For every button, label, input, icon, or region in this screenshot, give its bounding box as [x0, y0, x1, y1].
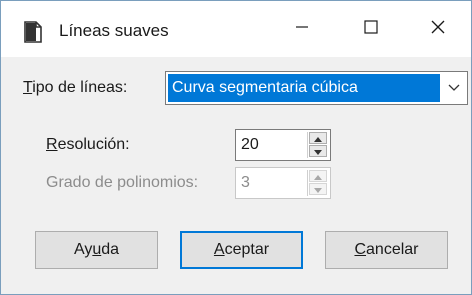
window-title: Líneas suaves [59, 21, 169, 40]
line-type-selected-value: Curva segmentaria cúbica [168, 74, 440, 102]
cancel-button[interactable]: Cancelar [325, 231, 448, 269]
polynomial-degree-value: 3 [241, 174, 250, 191]
dialog-content: Tipo de líneas: Curva segmentaria cúbica… [1, 57, 471, 294]
maximize-icon [364, 19, 378, 39]
help-button[interactable]: Ay u da [35, 231, 158, 269]
document-icon [24, 21, 42, 43]
dialog-window: Líneas suaves Tipo de líneas: Curva segm [0, 0, 472, 295]
polynomial-degree-spin-buttons [307, 170, 328, 196]
minimize-icon [295, 20, 309, 39]
maximize-button[interactable] [337, 1, 405, 57]
polynomial-degree-spinbox: 3 [235, 167, 331, 199]
resolution-spinbox[interactable]: 20 [235, 129, 331, 161]
ok-button[interactable]: Aceptar [180, 231, 303, 269]
chevron-down-icon[interactable] [443, 74, 465, 102]
line-type-dropdown[interactable]: Curva segmentaria cúbica [165, 71, 468, 105]
resolution-value: 20 [241, 136, 259, 153]
triangle-down-icon [314, 142, 322, 160]
line-type-label: Tipo de líneas: [23, 79, 128, 96]
polynomial-degree-label: Grado de polinomios: [46, 174, 199, 191]
resolution-decrement-button[interactable] [309, 145, 327, 157]
resolution-spin-buttons [307, 132, 328, 158]
triangle-down-icon [314, 180, 322, 198]
close-icon [430, 19, 446, 40]
close-button[interactable] [404, 1, 472, 57]
resolution-label: Resolución: [46, 136, 130, 153]
minimize-button[interactable] [268, 1, 336, 57]
polynomial-degree-decrement-button [309, 183, 327, 195]
title-bar[interactable]: Líneas suaves [1, 1, 471, 57]
